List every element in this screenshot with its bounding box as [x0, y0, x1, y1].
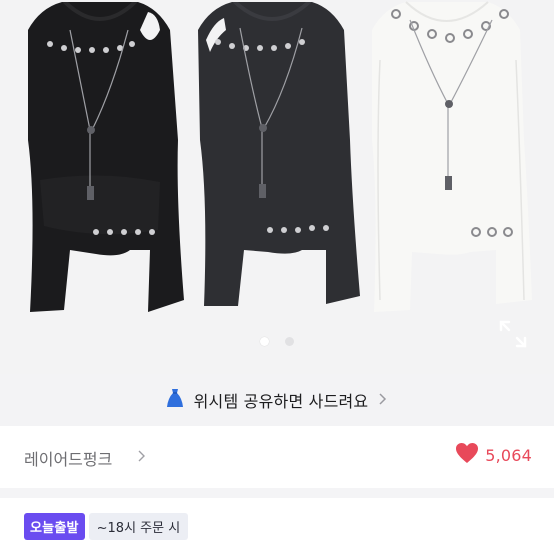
wish-share-banner[interactable]: 위시템 공유하면 사드려요 [0, 374, 554, 426]
chevron-right-icon [378, 391, 388, 410]
like-count: 5,064 [485, 445, 532, 465]
dress-icon [166, 388, 184, 412]
carousel-dot[interactable] [285, 337, 294, 346]
carousel-dots [0, 337, 554, 349]
section-divider [0, 488, 554, 498]
expand-image-button[interactable] [496, 317, 530, 351]
product-photo [28, 1, 532, 312]
product-image-gallery[interactable] [0, 0, 554, 374]
shop-row[interactable]: 레이어드펑크 5,064 [0, 426, 554, 488]
shop-name-link[interactable]: 레이어드펑크 [24, 446, 112, 470]
expand-icon [499, 320, 527, 348]
like-button[interactable]: 5,064 [455, 442, 532, 468]
charcoal-top-image [198, 2, 360, 306]
wish-banner-text: 위시템 공유하면 사드려요 [193, 392, 369, 411]
heart-icon [455, 442, 479, 468]
order-cutoff-label: ~18시 주문 시 [88, 513, 189, 540]
shipping-info: 오늘출발 ~18시 주문 시 [24, 513, 189, 540]
carousel-dot-active[interactable] [260, 337, 269, 346]
chevron-right-icon [137, 448, 147, 467]
today-shipping-badge: 오늘출발 [24, 513, 85, 540]
white-top-image [372, 1, 532, 312]
